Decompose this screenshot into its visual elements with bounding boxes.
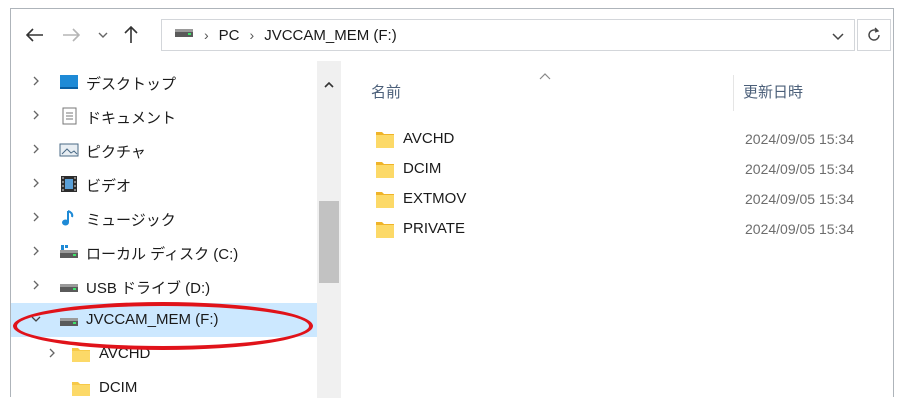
usb-drive-icon <box>59 277 79 295</box>
breadcrumb-separator: › <box>249 27 255 43</box>
nav-scrollbar-thumb[interactable] <box>319 201 339 283</box>
nav-item-videos[interactable]: ビデオ <box>11 167 317 201</box>
file-date: 2024/09/05 15:34 <box>745 131 854 147</box>
chevron-down-icon <box>98 32 108 38</box>
arrow-left-icon <box>26 28 43 42</box>
highlight-ellipse <box>13 302 313 350</box>
file-name: DCIM <box>403 160 442 177</box>
folder-icon <box>375 129 395 154</box>
nav-item-label: デスクトップ <box>86 76 177 93</box>
folder-icon <box>375 219 395 244</box>
address-dropdown-button[interactable] <box>832 28 844 46</box>
file-row[interactable]: DCIM 2024/09/05 15:34 <box>371 154 891 184</box>
file-row[interactable]: AVCHD 2024/09/05 15:34 <box>371 124 891 154</box>
arrow-right-icon <box>63 28 80 42</box>
nav-item-label: ローカル ディスク (C:) <box>86 246 239 263</box>
scroll-up-button[interactable] <box>317 77 341 93</box>
nav-item-local-disk[interactable]: ローカル ディスク (C:) <box>11 235 317 269</box>
breadcrumb-separator: › <box>204 27 209 43</box>
chevron-right-icon[interactable] <box>29 244 43 258</box>
recent-locations-button[interactable] <box>91 23 115 47</box>
file-name: EXTMOV <box>403 190 467 207</box>
sort-ascending-icon <box>539 67 551 85</box>
file-date: 2024/09/05 15:34 <box>745 161 854 177</box>
back-button[interactable] <box>23 23 47 47</box>
up-button[interactable] <box>119 23 143 47</box>
desktop-icon <box>59 73 79 91</box>
chevron-right-icon[interactable] <box>45 346 59 360</box>
nav-item-desktop[interactable]: デスクトップ <box>11 65 317 99</box>
nav-item-label: ドキュメント <box>86 110 177 127</box>
file-date: 2024/09/05 15:34 <box>745 221 854 237</box>
chevron-up-icon <box>324 81 334 88</box>
column-divider[interactable] <box>733 75 734 111</box>
chevron-right-icon[interactable] <box>29 142 43 156</box>
drive-icon <box>174 26 194 44</box>
folder-icon <box>71 345 91 363</box>
nav-item-usb-drive[interactable]: USB ドライブ (D:) <box>11 269 317 303</box>
local-disk-icon <box>59 243 79 261</box>
nav-item-label: ビデオ <box>86 178 132 195</box>
chevron-right-icon[interactable] <box>29 278 43 292</box>
breadcrumb-pc[interactable]: PC <box>219 27 240 44</box>
folder-icon <box>71 379 91 397</box>
column-header-date[interactable]: 更新日時 <box>743 81 803 102</box>
file-list: 名前 更新日時 AVCHD 2024/09/05 15:34 DCIM 2024… <box>341 61 893 397</box>
breadcrumb-current[interactable]: JVCCAM_MEM (F:) <box>264 27 397 44</box>
refresh-icon <box>868 27 880 41</box>
chevron-right-icon[interactable] <box>29 210 43 224</box>
nav-item-label: USB ドライブ (D:) <box>86 280 211 297</box>
chevron-right-icon[interactable] <box>29 176 43 190</box>
address-toolbar: › PC › JVCCAM_MEM (F:) <box>11 9 893 61</box>
videos-icon <box>59 175 79 193</box>
nav-item-dcim[interactable]: DCIM <box>11 371 317 405</box>
address-bar[interactable]: › PC › JVCCAM_MEM (F:) <box>161 19 855 51</box>
folder-icon <box>375 189 395 214</box>
pictures-icon <box>59 141 79 159</box>
file-name: AVCHD <box>403 130 455 147</box>
nav-item-label: DCIM <box>99 379 138 396</box>
file-row[interactable]: PRIVATE 2024/09/05 15:34 <box>371 214 891 244</box>
music-icon <box>59 209 79 227</box>
nav-item-documents[interactable]: ドキュメント <box>11 99 317 133</box>
column-header-name[interactable]: 名前 <box>371 81 401 102</box>
nav-item-label: ピクチャ <box>86 144 146 161</box>
refresh-button[interactable] <box>857 19 891 51</box>
chevron-right-icon[interactable] <box>29 74 43 88</box>
nav-item-pictures[interactable]: ピクチャ <box>11 133 317 167</box>
nav-item-music[interactable]: ミュージック <box>11 201 317 235</box>
nav-item-label: ミュージック <box>86 212 176 229</box>
arrow-up-icon <box>124 26 138 43</box>
documents-icon <box>59 107 79 125</box>
forward-button[interactable] <box>59 23 83 47</box>
file-date: 2024/09/05 15:34 <box>745 191 854 207</box>
file-row[interactable]: EXTMOV 2024/09/05 15:34 <box>371 184 891 214</box>
chevron-down-icon <box>832 33 844 41</box>
folder-icon <box>375 159 395 184</box>
file-name: PRIVATE <box>403 220 465 237</box>
chevron-right-icon[interactable] <box>29 108 43 122</box>
